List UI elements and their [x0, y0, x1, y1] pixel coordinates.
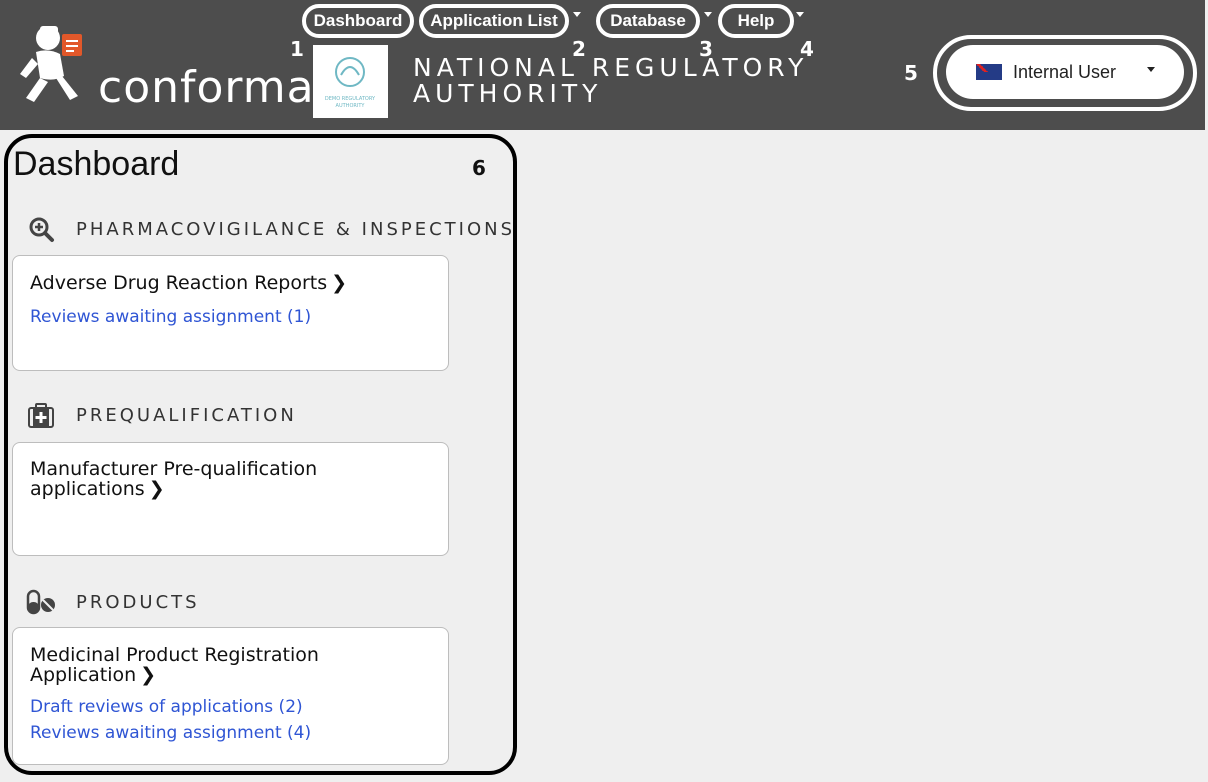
link-draft-reviews[interactable]: Draft reviews of applications (2): [30, 697, 303, 717]
card-manufacturer-prequalification[interactable]: Manufacturer Pre-qualification applicati…: [12, 442, 449, 556]
nav-database[interactable]: Database: [596, 4, 700, 38]
pills-icon: [26, 588, 56, 616]
card-title[interactable]: Medicinal Product Registration Applicati…: [30, 645, 319, 685]
card-title-line1: Manufacturer Pre-qualification: [30, 458, 318, 480]
callout-number-3: 3: [699, 37, 713, 61]
card-medicinal-product-registration[interactable]: Medicinal Product Registration Applicati…: [12, 627, 449, 765]
database-caret-icon[interactable]: [704, 12, 712, 17]
mascot-icon: [20, 26, 82, 102]
nav-dashboard[interactable]: Dashboard: [302, 4, 414, 38]
svg-text:AUTHORITY: AUTHORITY: [336, 103, 366, 109]
application-list-caret-icon[interactable]: [573, 12, 581, 17]
nav-help[interactable]: Help: [718, 4, 794, 38]
callout-number-2: 2: [572, 37, 586, 61]
user-menu-label: Internal User: [1013, 61, 1117, 82]
app-header: conforma DEMO REGULATORY AUTHORITY NATIO…: [0, 0, 1205, 130]
section-label: PREQUALIFICATION: [76, 404, 297, 426]
callout-number-1: 1: [290, 37, 304, 61]
card-title-text: Adverse Drug Reaction Reports: [30, 272, 328, 294]
user-menu-caret-icon[interactable]: [1147, 67, 1155, 72]
authority-crest-icon: DEMO REGULATORY AUTHORITY: [325, 57, 376, 109]
svg-text:DEMO REGULATORY: DEMO REGULATORY: [325, 96, 376, 102]
section-label: PHARMACOVIGILANCE & INSPECTIONS: [76, 218, 516, 240]
authority-title-line2: AUTHORITY: [413, 79, 603, 108]
callout-number-4: 4: [800, 37, 814, 61]
page-title: Dashboard: [13, 145, 180, 183]
card-title-line1: Medicinal Product Registration: [30, 644, 319, 666]
card-adverse-drug-reactions[interactable]: Adverse Drug Reaction Reports ❯ Reviews a…: [12, 255, 449, 371]
callout-number-6: 6: [472, 156, 486, 180]
authority-title-line1: NATIONAL REGULATORY: [413, 53, 809, 82]
card-title-line2: applications: [30, 478, 145, 500]
medkit-icon: [26, 401, 56, 429]
link-reviews-awaiting[interactable]: Reviews awaiting assignment (4): [30, 723, 311, 743]
chevron-right-icon: ❯: [148, 478, 165, 500]
chevron-right-icon: ❯: [140, 664, 157, 686]
card-title[interactable]: Adverse Drug Reaction Reports ❯: [30, 273, 347, 293]
magnify-plus-icon: [26, 215, 56, 243]
section-products: PRODUCTS: [26, 588, 200, 616]
nav-application-list[interactable]: Application List: [419, 4, 569, 38]
section-pharmacovigilance: PHARMACOVIGILANCE & INSPECTIONS: [26, 215, 515, 243]
conforma-logo[interactable]: conforma: [18, 20, 314, 115]
authority-badge: DEMO REGULATORY AUTHORITY: [313, 45, 388, 118]
chevron-right-icon: ❯: [331, 272, 348, 294]
card-title-line2: Application: [30, 664, 137, 686]
help-caret-icon[interactable]: [796, 12, 804, 17]
section-prequalification: PREQUALIFICATION: [26, 401, 297, 429]
brand-name: conforma: [98, 62, 315, 113]
nz-flag-icon: [976, 64, 1002, 80]
card-title[interactable]: Manufacturer Pre-qualification applicati…: [30, 459, 317, 499]
user-menu-button[interactable]: Internal User: [946, 45, 1184, 99]
authority-title: NATIONAL REGULATORY AUTHORITY: [413, 55, 808, 107]
section-label: PRODUCTS: [76, 591, 200, 613]
link-reviews-awaiting[interactable]: Reviews awaiting assignment (1): [30, 307, 311, 327]
callout-number-5: 5: [904, 61, 918, 85]
